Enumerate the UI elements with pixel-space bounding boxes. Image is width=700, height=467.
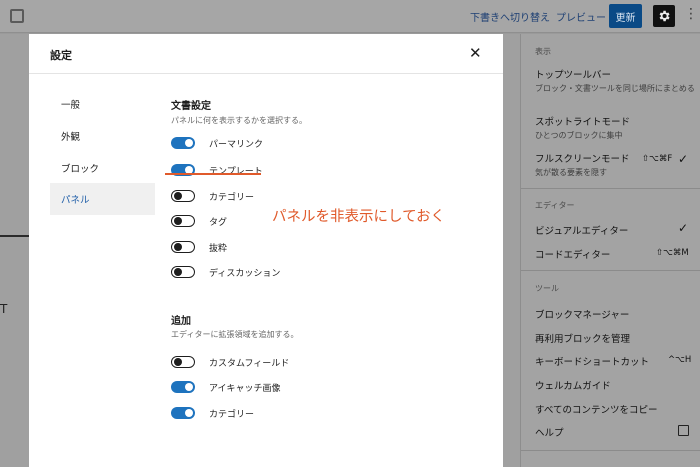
toggle-discussion[interactable] [171,266,195,278]
toggle-knob [185,383,193,391]
option-custom-fields: カスタムフィールド [171,355,289,369]
switch-to-draft-link[interactable]: 下書きへ切り替え [470,9,550,24]
section-title-document-settings: 文書設定 [171,101,211,112]
nav-item-label: ブロック [61,164,100,175]
menu-item-fullscreen[interactable]: フルスクリーンモード [535,151,630,165]
menu-item-top-toolbar-desc: ブロック・文書ツールを同じ場所にまとめる [535,84,695,93]
toggle-category-additional[interactable] [171,407,195,419]
nav-item-appearance[interactable]: 外観 [50,120,155,152]
menu-item-keyboard-shortcuts[interactable]: キーボードショートカット [535,354,649,368]
modal-title: 設定 [50,49,72,62]
keyboard-shortcuts-shortcut: ^⌥H [668,355,692,365]
toggle-knob [173,216,182,225]
annotation-text: パネルを非表示にしておく [272,209,446,225]
toggle-knob [185,139,193,147]
menu-item-top-toolbar[interactable]: トップツールバー [535,67,611,81]
nav-item-general[interactable]: 一般 [50,88,155,120]
option-label: パーマリンク [209,139,264,150]
update-button[interactable]: 更新 [609,4,642,28]
check-icon: ✓ [678,152,689,166]
option-label: タグ [209,217,228,228]
close-icon[interactable]: ✕ [469,44,482,62]
modal-header: 設定 ✕ [29,34,503,74]
annotation-underline [165,173,261,175]
toggle-knob [173,191,182,200]
code-editor-shortcut: ⇧⌥⌘M [656,248,689,258]
menu-divider [521,450,700,451]
toggle-knob [173,357,182,366]
settings-modal: 設定 ✕ 一般 外観 ブロック パネル 文書設定 パネルに何を表示するかを選択す… [29,34,503,467]
section-desc-document-settings: パネルに何を表示するかを選択する。 [171,116,307,125]
option-excerpt: 抜粋 [171,240,227,254]
option-label: カスタムフィールド [209,358,290,369]
toggle-excerpt[interactable] [171,241,195,253]
option-label: ディスカッション [209,268,281,279]
option-label: カテゴリー [209,192,255,203]
menu-divider [521,270,700,271]
option-category: カテゴリー [171,189,254,203]
toggle-featured-image[interactable] [171,381,195,393]
external-link-icon [678,425,689,436]
section-desc-additional: エディターに拡張領域を追加する。 [171,330,299,339]
preview-link[interactable]: プレビュー [556,9,606,24]
separator-block [0,235,30,237]
option-discussion: ディスカッション [171,265,280,279]
canvas-text: T [0,302,8,316]
toggle-knob [173,267,182,276]
settings-button[interactable] [653,5,675,27]
menu-item-copy-all[interactable]: すべてのコンテンツをコピー [535,402,657,416]
nav-item-label: 一般 [61,100,81,111]
toggle-knob [185,409,193,417]
option-label: カテゴリー [209,409,255,420]
toggle-category[interactable] [171,190,195,202]
options-menu: 表示 トップツールバー ブロック・文書ツールを同じ場所にまとめる スポットライト… [520,34,700,467]
document-icon[interactable] [10,9,24,23]
nav-item-panels[interactable]: パネル [50,183,155,215]
toggle-knob [173,242,182,251]
check-icon: ✓ [678,221,689,235]
menu-item-spotlight[interactable]: スポットライトモード [535,114,630,128]
option-label: アイキャッチ画像 [209,383,281,394]
menu-item-welcome-guide[interactable]: ウェルカムガイド [535,378,611,392]
menu-heading-view: 表示 [535,47,551,56]
menu-heading-editor: エディター [535,201,575,210]
nav-item-label: パネル [61,195,90,206]
option-featured-image: アイキャッチ画像 [171,380,281,394]
toggle-tag[interactable] [171,215,195,227]
menu-heading-tools: ツール [535,284,559,293]
menu-item-fullscreen-desc: 気が散る要素を隠す [535,168,607,177]
fullscreen-shortcut: ⇧⌥⌘F [642,154,673,164]
menu-item-visual-editor[interactable]: ビジュアルエディター [535,223,628,237]
option-category-additional: カテゴリー [171,406,254,420]
section-title-additional: 追加 [171,316,191,327]
option-permalink: パーマリンク [171,136,263,150]
menu-item-help[interactable]: ヘルプ [535,425,564,439]
editor-top-bar: 下書きへ切り替え プレビュー 更新 ⋮ [0,0,700,33]
menu-item-spotlight-desc: ひとつのブロックに集中 [535,131,623,140]
gear-icon [659,10,670,22]
nav-item-label: 外観 [61,132,81,143]
menu-item-manage-reusable[interactable]: 再利用ブロックを管理 [535,331,630,345]
menu-divider [521,188,700,189]
toggle-permalink[interactable] [171,137,195,149]
menu-item-block-manager[interactable]: ブロックマネージャー [535,307,629,321]
menu-item-code-editor[interactable]: コードエディター [535,247,610,261]
kebab-icon[interactable]: ⋮ [684,7,698,21]
option-label: 抜粋 [209,243,228,254]
toggle-custom-fields[interactable] [171,356,195,368]
option-tag: タグ [171,214,227,228]
nav-item-blocks[interactable]: ブロック [50,152,155,184]
